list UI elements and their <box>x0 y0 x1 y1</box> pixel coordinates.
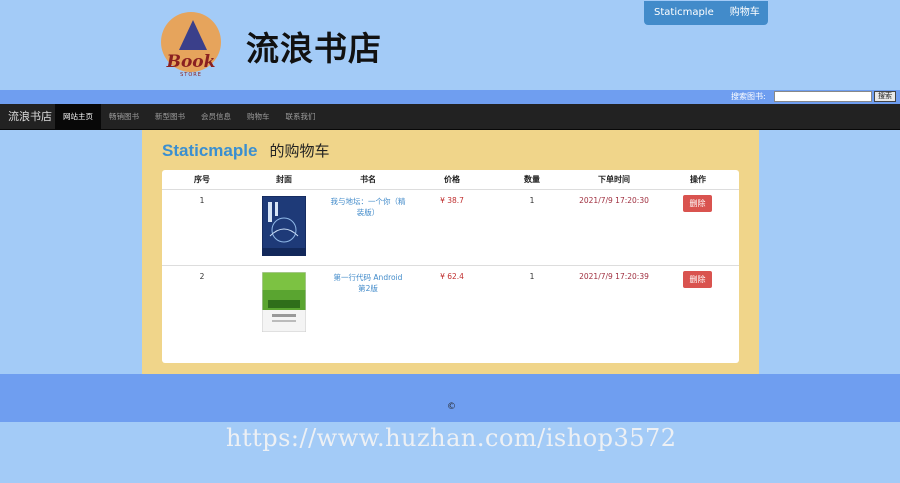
search-input[interactable] <box>774 91 872 102</box>
copyright-icon: © <box>447 402 456 412</box>
cart-link[interactable]: 购物车 <box>722 1 768 25</box>
nav-items: 网站主页 畅销图书 新型图书 会员信息 购物车 联系我们 <box>55 104 324 130</box>
table-row: 2 第一行代码 Android 第2版 ¥ 62.4 1 2021/7/9 17… <box>162 266 739 342</box>
nav-item-cart[interactable]: 购物车 <box>239 104 278 130</box>
book-qty: 1 <box>529 196 535 205</box>
search-button[interactable]: 搜索 <box>874 91 896 102</box>
col-price: 价格 <box>444 175 460 184</box>
book-name[interactable]: 第一行代码 Android 第2版 <box>330 272 406 294</box>
logo-flag <box>179 20 207 50</box>
nav-item-new-books[interactable]: 新型图书 <box>147 104 193 130</box>
book-qty: 1 <box>529 272 535 281</box>
col-name: 书名 <box>360 175 376 184</box>
nav-item-member-info[interactable]: 会员信息 <box>193 104 239 130</box>
delete-button[interactable]: 删除 <box>683 195 712 212</box>
nav-item-contact[interactable]: 联系我们 <box>278 104 324 130</box>
order-time: 2021/7/9 17:20:39 <box>579 272 649 281</box>
col-action: 操作 <box>690 175 706 184</box>
search-bar: 搜索图书: 搜索 <box>0 90 900 104</box>
cart-heading: Staticmaple 的购物车 <box>162 140 329 164</box>
cart-title-suffix: 的购物车 <box>269 142 330 160</box>
nav-item-home[interactable]: 网站主页 <box>55 104 101 130</box>
col-time: 下单时间 <box>598 175 630 184</box>
user-menu: Staticmaple 购物车 <box>644 1 768 25</box>
col-cover: 封面 <box>276 175 292 184</box>
watermark-text: https://www.huzhan.com/ishop3572 <box>226 424 677 452</box>
cart-username: Staticmaple <box>162 141 258 160</box>
site-footer: © <box>0 374 900 422</box>
col-index: 序号 <box>194 175 210 184</box>
row-index: 1 <box>199 196 205 205</box>
navbar-brand[interactable]: 流浪书店 <box>8 104 52 130</box>
logo-word: Book <box>166 52 216 72</box>
delete-button[interactable]: 删除 <box>683 271 712 288</box>
search-label: 搜索图书: <box>731 92 766 101</box>
site-title: 流浪书店 <box>246 29 382 68</box>
cart-panel: Staticmaple 的购物车 序号 封面 书名 价格 数量 下单时间 操作 … <box>142 130 759 374</box>
book-cover-image[interactable] <box>261 271 307 333</box>
book-name[interactable]: 我与地坛：一个你（精装版） <box>330 196 406 218</box>
logo-sub: STORE <box>180 72 202 78</box>
table-header: 序号 封面 书名 价格 数量 下单时间 操作 <box>162 170 739 190</box>
col-qty: 数量 <box>524 175 540 184</box>
site-header: Book STORE 流浪书店 Staticmaple 购物车 <box>0 0 900 90</box>
book-price: ¥ 62.4 <box>440 272 464 281</box>
username-link[interactable]: Staticmaple <box>644 1 722 25</box>
cart-table: 序号 封面 书名 价格 数量 下单时间 操作 1 我与地坛：一个你（精装版） ¥… <box>162 170 739 363</box>
table-row: 1 我与地坛：一个你（精装版） ¥ 38.7 1 2021/7/9 17:20:… <box>162 190 739 266</box>
book-cover-image[interactable] <box>261 195 307 257</box>
nav-item-bestsellers[interactable]: 畅销图书 <box>101 104 147 130</box>
main-navbar: 流浪书店 网站主页 畅销图书 新型图书 会员信息 购物车 联系我们 <box>0 104 900 130</box>
book-price: ¥ 38.7 <box>440 196 464 205</box>
store-logo[interactable]: Book STORE <box>157 12 225 78</box>
row-index: 2 <box>199 272 205 281</box>
order-time: 2021/7/9 17:20:30 <box>579 196 649 205</box>
